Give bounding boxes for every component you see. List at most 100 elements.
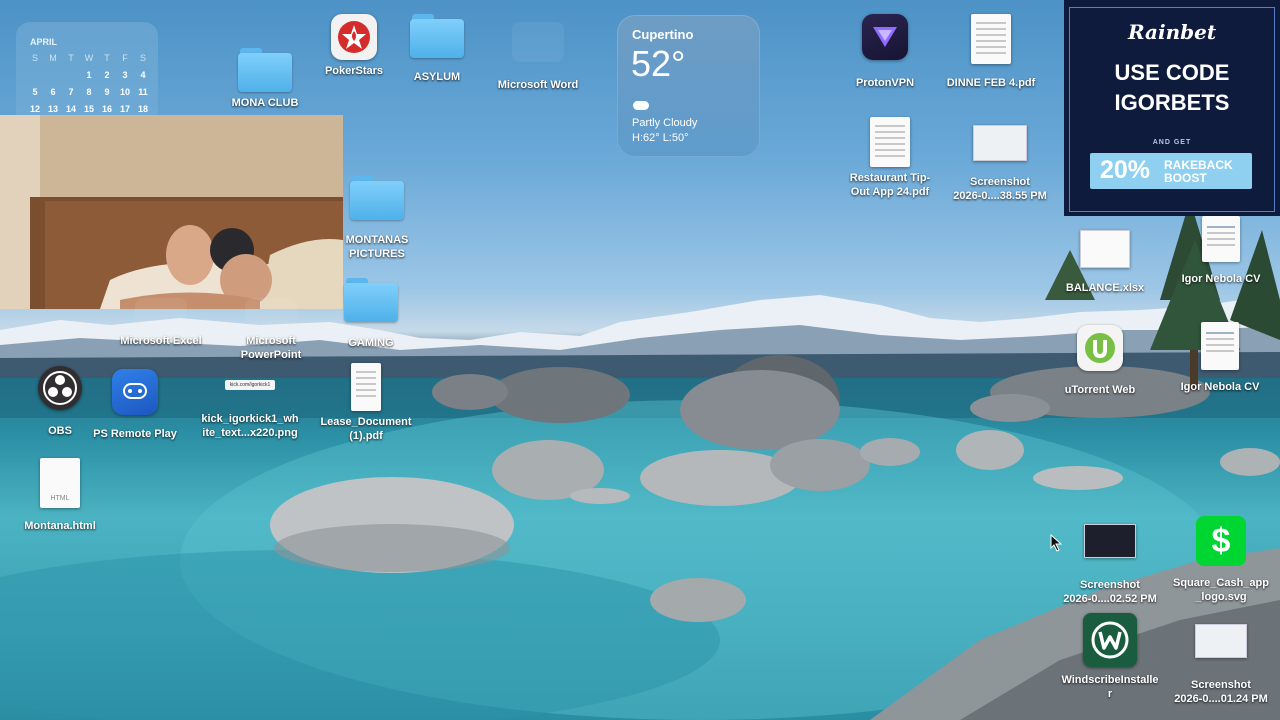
html-badge: HTML	[50, 495, 70, 502]
folder-gaming[interactable]: GAMING	[331, 278, 411, 350]
app-utorrent-web[interactable]: uTorrent Web	[1060, 325, 1140, 397]
app-obs[interactable]: OBS	[24, 366, 96, 438]
icon-label: Microsoft Word	[497, 79, 579, 91]
cv-document-icon	[1202, 216, 1240, 262]
screenshot-thumbnail-icon	[973, 125, 1027, 161]
file-square-cash-svg[interactable]: $ Square_Cash_app _logo.svg	[1166, 516, 1276, 604]
image-thumbnail-icon: kick.com/igorkick1	[225, 380, 275, 390]
calendar-weekday: M	[49, 53, 57, 63]
calendar-day: 8	[86, 87, 92, 97]
calendar-weekday: T	[68, 53, 74, 63]
folder-montanas-pictures[interactable]: MONTANAS PICTURES	[336, 176, 418, 261]
spreadsheet-thumbnail-icon	[1080, 230, 1130, 268]
app-microsoft-word[interactable]: Microsoft Word	[493, 22, 583, 92]
file-dinne-pdf[interactable]: DINNE FEB 4.pdf	[940, 14, 1042, 90]
icon-label: ASYLUM	[413, 71, 461, 83]
powerpoint-icon	[245, 298, 297, 326]
icon-label: BALANCE.xlsx	[1065, 282, 1145, 294]
ad-offer-box: 20% RAKEBACK BOOST	[1090, 153, 1252, 189]
icon-label: Screenshot 2026-0....01.24 PM	[1174, 679, 1268, 705]
calendar-weekday: W	[84, 53, 94, 63]
calendar-day: 4	[140, 70, 146, 80]
calendar-weekday: F	[122, 53, 128, 63]
ad-offer-line1: RAKEBACK	[1164, 158, 1233, 172]
app-windscribe-installer[interactable]: WindscribeInstalle r	[1054, 613, 1166, 701]
ad-brand: Rainbet	[1127, 20, 1217, 44]
icon-label: WindscribeInstalle r	[1061, 674, 1159, 700]
calendar-day	[26, 70, 44, 87]
app-pokerstars[interactable]: PokerStars	[314, 14, 394, 78]
icon-label: Lease_Document (1).pdf	[320, 416, 412, 442]
ad-offer-percent: 20%	[1100, 156, 1151, 184]
file-balance-xlsx[interactable]: BALANCE.xlsx	[1060, 230, 1150, 295]
icon-label: Igor Nebola CV	[1181, 273, 1261, 285]
folder-icon	[238, 48, 292, 92]
excel-icon	[135, 298, 187, 326]
icon-label: Screenshot 2026-0....38.55 PM	[953, 176, 1047, 202]
screenshot-thumbnail-icon	[1084, 524, 1136, 558]
icon-label: Restaurant Tip- Out App 24.pdf	[849, 172, 931, 198]
obs-icon	[38, 366, 82, 410]
pdf-document-icon	[971, 14, 1011, 64]
webcam-overlay	[0, 115, 343, 309]
ad-subline: AND GET	[1152, 139, 1192, 146]
file-screenshot-1[interactable]: Screenshot 2026-0....38.55 PM	[944, 125, 1056, 203]
weather-widget[interactable]: Cupertino 52° Partly Cloudy H:62° L:50°	[617, 15, 760, 157]
rainbet-ad-banner[interactable]: Rainbet USE CODE IGORBETS AND GET 20% RA…	[1064, 0, 1280, 216]
folder-icon	[344, 278, 398, 322]
icon-label: Igor Nebola CV	[1180, 381, 1260, 393]
icon-label: ProtonVPN	[855, 77, 915, 89]
cloud-icon	[633, 101, 649, 110]
calendar-day: 1	[86, 70, 92, 80]
calendar-day: 11	[138, 87, 148, 97]
file-montana-html[interactable]: HTML Montana.html	[18, 458, 102, 533]
desktop[interactable]: APRIL S M T W T F S 1 2 3 4 5 6 7 8 9 10 11 12 13 14 15 16 17 18…	[0, 0, 1280, 720]
webcam-feed	[0, 115, 343, 309]
calendar-weekday: T	[104, 53, 110, 63]
icon-label: OBS	[48, 425, 72, 437]
app-microsoft-powerpoint[interactable]: Microsoft PowerPoint	[226, 298, 316, 362]
folder-mona-club[interactable]: MONA CLUB	[225, 48, 305, 110]
folder-icon	[350, 176, 404, 220]
folder-asylum[interactable]: ASYLUM	[397, 14, 477, 84]
file-screenshot-3[interactable]: Screenshot 2026-0....01.24 PM	[1165, 624, 1277, 706]
app-ps-remote-play[interactable]: PS Remote Play	[88, 369, 182, 441]
calendar-day	[44, 70, 62, 87]
html-document-icon: HTML	[40, 458, 80, 508]
calendar-weekday: S	[31, 53, 38, 63]
calendar-day: 10	[119, 87, 130, 97]
icon-label: Microsoft Excel	[120, 335, 202, 347]
app-microsoft-excel[interactable]: Microsoft Excel	[111, 298, 211, 348]
calendar-day: 9	[104, 87, 110, 97]
calendar-weekday: S	[139, 53, 146, 63]
calendar-day: 7	[68, 87, 74, 97]
icon-label: PS Remote Play	[93, 428, 177, 440]
file-igor-cv-2[interactable]: Igor Nebola CV	[1174, 322, 1266, 394]
pdf-document-icon	[351, 363, 381, 411]
icon-label: Square_Cash_app _logo.svg	[1173, 577, 1269, 603]
icon-label: MONTANAS PICTURES	[345, 234, 409, 260]
calendar-weekday-row: S M TWT F S	[26, 53, 154, 70]
file-kick-png[interactable]: kick.com/igorkick1 kick_igorkick1_wh ite…	[196, 380, 304, 440]
file-igor-cv-1[interactable]: Igor Nebola CV	[1176, 216, 1266, 286]
icon-label: kick_igorkick1_wh ite_text...x220.png	[201, 413, 299, 439]
weather-temp: 52°	[631, 43, 686, 84]
file-restaurant-pdf[interactable]: Restaurant Tip- Out App 24.pdf	[840, 117, 940, 199]
pdf-document-icon	[870, 117, 910, 167]
pokerstars-icon	[331, 14, 377, 60]
ad-headline-2: IGORBETS	[1114, 90, 1230, 115]
icon-label: GAMING	[348, 337, 394, 349]
word-icon	[512, 22, 564, 62]
file-lease-pdf[interactable]: Lease_Document (1).pdf	[316, 363, 416, 443]
icon-label: Screenshot 2026-0....02.52 PM	[1063, 579, 1157, 605]
weather-range: H:62° L:50°	[632, 132, 689, 144]
icon-label: uTorrent Web	[1064, 384, 1136, 396]
ad-headline-1: USE CODE	[1114, 60, 1230, 85]
cash-app-icon: $	[1196, 516, 1246, 566]
icon-label: Microsoft PowerPoint	[240, 335, 302, 361]
app-protonvpn[interactable]: ProtonVPN	[845, 14, 925, 90]
weather-city: Cupertino	[632, 27, 694, 42]
folder-icon	[410, 14, 464, 58]
weather-condition: Partly Cloudy	[632, 117, 698, 129]
file-screenshot-2[interactable]: Screenshot 2026-0....02.52 PM	[1054, 524, 1166, 606]
